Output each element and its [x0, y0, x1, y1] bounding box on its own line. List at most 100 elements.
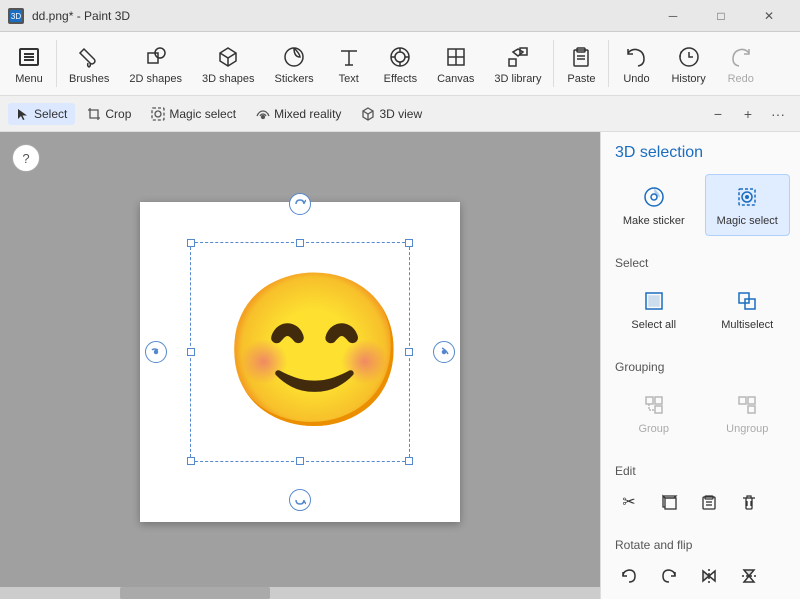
menu-label: Menu — [15, 73, 43, 85]
brushes-label: Brushes — [69, 73, 109, 85]
make-sticker-icon — [640, 183, 668, 211]
effects-label: Effects — [384, 73, 417, 85]
magic-select-label: Magic select — [169, 107, 236, 121]
more-btn[interactable]: ··· — [764, 100, 792, 128]
paste-icon — [567, 43, 595, 71]
help-button[interactable]: ? — [12, 144, 40, 172]
emoji-image: 😊 — [221, 263, 386, 428]
rotate-left-btn[interactable] — [611, 558, 647, 594]
toolbar-divider-1 — [56, 40, 57, 87]
handle-top-left[interactable] — [187, 239, 195, 247]
main-layout: ? — [0, 132, 800, 599]
undo-icon — [622, 43, 650, 71]
toolbar-menu[interactable]: Menu — [4, 32, 54, 95]
crop-label: Crop — [105, 107, 131, 121]
toolbar-divider-3 — [608, 40, 609, 87]
magic-select-panel-icon — [733, 183, 761, 211]
zoom-out-btn[interactable]: − — [704, 100, 732, 128]
ungroup-label: Ungroup — [726, 423, 768, 435]
undo-label: Undo — [623, 73, 649, 85]
toolbar-divider-2 — [553, 40, 554, 87]
select-tool-btn[interactable]: Select — [8, 103, 75, 125]
rotate-buttons — [601, 556, 800, 596]
paste-label: Paste — [567, 73, 595, 85]
handle-bottom-center[interactable] — [296, 457, 304, 465]
2d-shapes-icon — [142, 43, 170, 71]
handle-bottom-right[interactable] — [405, 457, 413, 465]
cut-btn[interactable]: ✂ — [611, 484, 647, 520]
close-button[interactable]: ✕ — [746, 0, 792, 32]
toolbar-undo[interactable]: Undo — [611, 32, 661, 95]
magic-select-panel-btn[interactable]: Magic select — [705, 174, 791, 236]
toolbar-redo[interactable]: Redo — [716, 32, 766, 95]
flip-horizontal-btn[interactable] — [691, 558, 727, 594]
handle-top-center[interactable] — [296, 239, 304, 247]
flip-vertical-btn[interactable] — [731, 558, 767, 594]
crop-tool-btn[interactable]: Crop — [79, 103, 139, 125]
multiselect-btn[interactable]: Multiselect — [705, 278, 791, 340]
right-panel: 3D selection Make sticker — [600, 132, 800, 599]
toolbar-stickers[interactable]: Stickers — [265, 32, 324, 95]
rotate-handle-bottom[interactable] — [289, 489, 311, 511]
rotate-handle-right[interactable] — [433, 341, 455, 363]
canvas-area[interactable]: ? — [0, 132, 600, 599]
make-sticker-btn[interactable]: Make sticker — [611, 174, 697, 236]
rotate-handle-top[interactable] — [289, 193, 311, 215]
2d-shapes-label: 2D shapes — [129, 73, 182, 85]
toolbar-effects[interactable]: Effects — [374, 32, 427, 95]
drawing-canvas[interactable]: 😊 — [140, 202, 460, 522]
toolbar-text[interactable]: Text — [324, 32, 374, 95]
paste-panel-btn[interactable] — [691, 484, 727, 520]
history-label: History — [671, 73, 705, 85]
maximize-button[interactable]: □ — [698, 0, 744, 32]
toolbar-2d-shapes[interactable]: 2D shapes — [119, 32, 192, 95]
menu-icon — [15, 43, 43, 71]
3d-shapes-icon — [214, 43, 242, 71]
3d-view-label: 3D view — [379, 107, 422, 121]
delete-btn[interactable] — [731, 484, 767, 520]
3d-view-btn[interactable]: 3D view — [353, 103, 430, 125]
brushes-icon — [75, 43, 103, 71]
copy-btn[interactable] — [651, 484, 687, 520]
horizontal-scrollbar[interactable] — [0, 587, 600, 599]
select-all-label: Select all — [631, 319, 676, 331]
ungroup-icon — [733, 391, 761, 419]
rotate-handle-left[interactable] — [145, 341, 167, 363]
3d-library-label: 3D library — [494, 73, 541, 85]
title-bar-left: 3D dd.png* - Paint 3D — [8, 8, 130, 24]
rotate-right-btn[interactable] — [651, 558, 687, 594]
edit-buttons: ✂ — [601, 482, 800, 522]
toolbar-paste[interactable]: Paste — [556, 32, 606, 95]
minimize-button[interactable]: ─ — [650, 0, 696, 32]
zoom-in-btn[interactable]: + — [734, 100, 762, 128]
3d-shapes-label: 3D shapes — [202, 73, 255, 85]
app-icon: 3D — [8, 8, 24, 24]
canvas-icon — [442, 43, 470, 71]
toolbar-brushes[interactable]: Brushes — [59, 32, 119, 95]
select-buttons: Select all Multiselect — [601, 274, 800, 344]
toolbar-canvas[interactable]: Canvas — [427, 32, 484, 95]
group-btn[interactable]: Group — [611, 382, 697, 444]
select-label: Select — [34, 107, 67, 121]
magic-select-icon — [151, 107, 165, 121]
multiselect-icon — [733, 287, 761, 315]
magic-select-btn[interactable]: Magic select — [143, 103, 244, 125]
3d-view-icon — [361, 107, 375, 121]
toolbar-3d-library[interactable]: 3D library — [484, 32, 551, 95]
title-bar: 3D dd.png* - Paint 3D ─ □ ✕ — [0, 0, 800, 32]
toolbar-3d-shapes[interactable]: 3D shapes — [192, 32, 265, 95]
text-icon — [335, 43, 363, 71]
handle-top-right[interactable] — [405, 239, 413, 247]
text-label: Text — [339, 73, 359, 85]
select-all-btn[interactable]: Select all — [611, 278, 697, 340]
mixed-reality-btn[interactable]: Mixed reality — [248, 103, 349, 125]
mixed-reality-icon — [256, 107, 270, 121]
ungroup-btn[interactable]: Ungroup — [705, 382, 791, 444]
handle-bottom-left[interactable] — [187, 457, 195, 465]
handle-mid-left[interactable] — [187, 348, 195, 356]
main-toolbar: Menu Brushes 2D shapes — [0, 32, 800, 96]
scrollbar-thumb[interactable] — [120, 587, 270, 599]
toolbar-history[interactable]: History — [661, 32, 715, 95]
grouping-buttons: Group Ungroup — [601, 378, 800, 448]
stickers-label: Stickers — [275, 73, 314, 85]
